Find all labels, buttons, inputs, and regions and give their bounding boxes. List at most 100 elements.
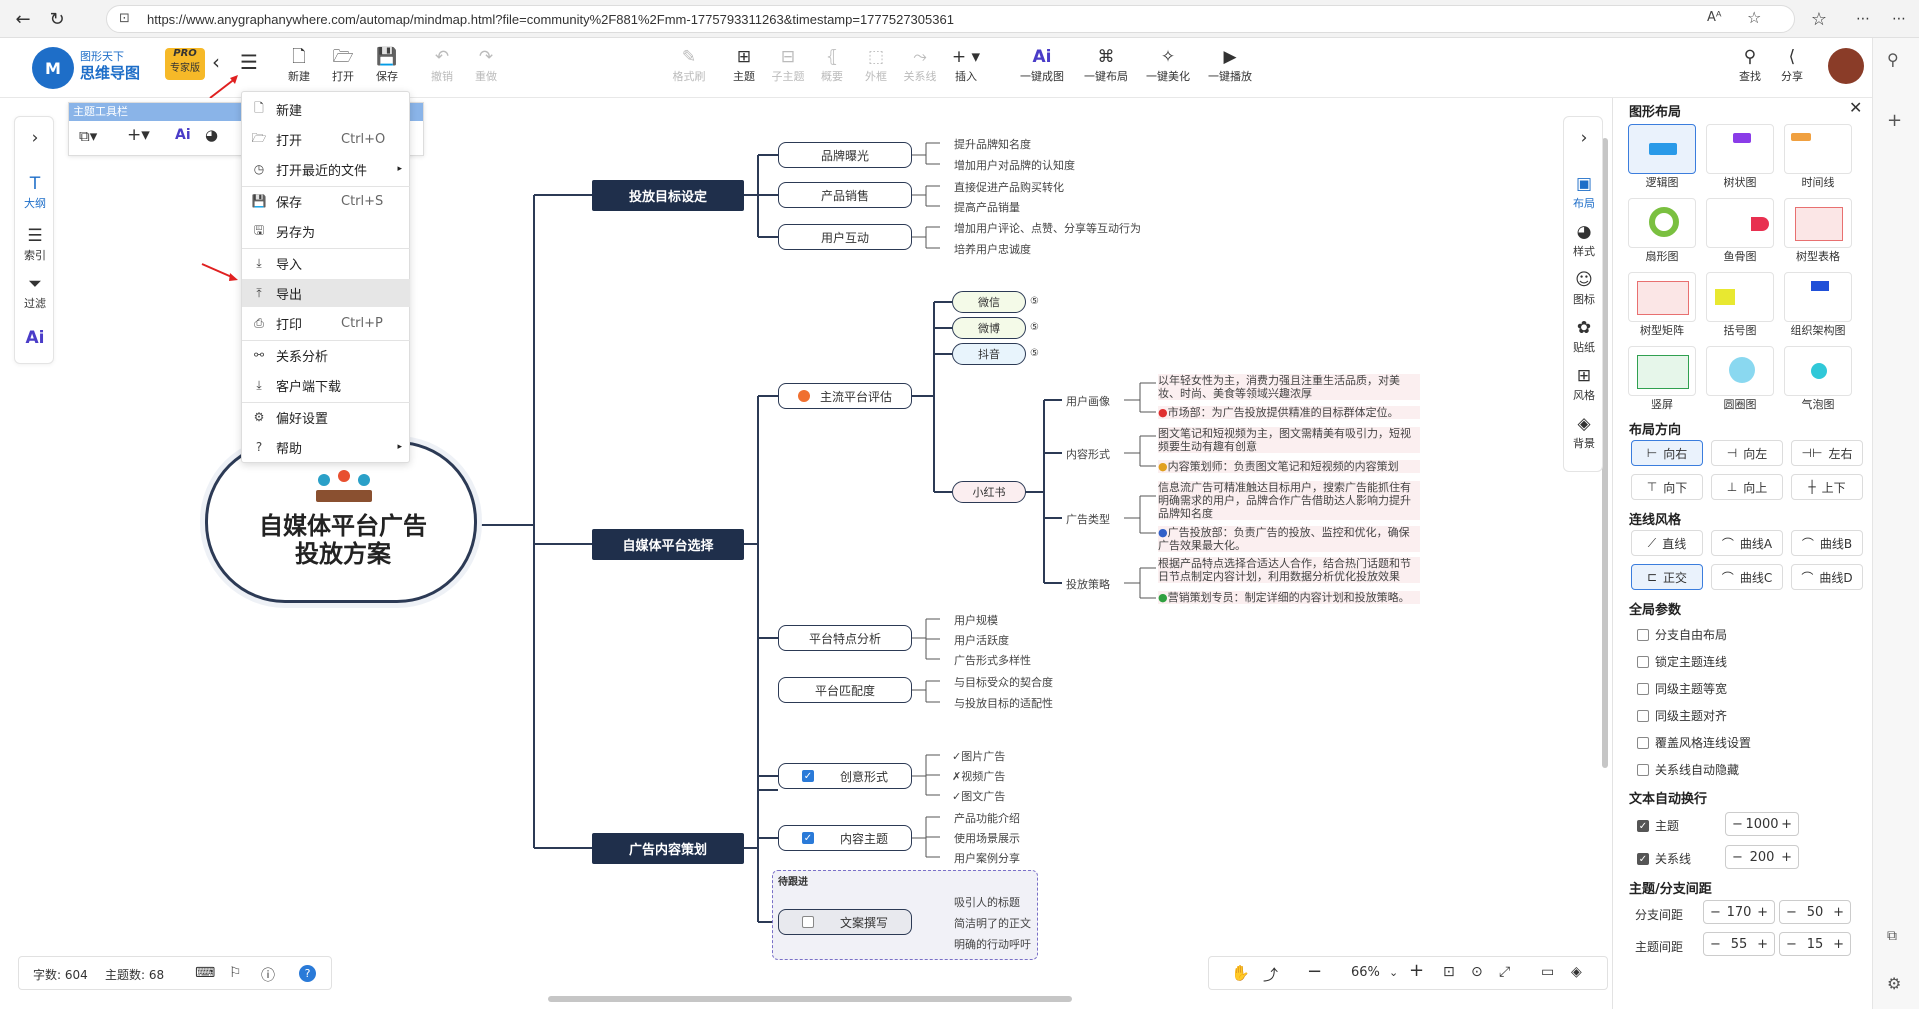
menu-item-save-as[interactable]: 🖫 另存为 [242,217,410,245]
redo-button[interactable]: ↷ 重做 [466,46,506,84]
layout-tree-matrix[interactable]: 树型矩阵 [1627,272,1697,338]
leaf[interactable]: 用户案例分享 [954,850,1020,866]
sidebar-item-filter[interactable]: ⏷ 过滤 [15,273,55,311]
line-curve-a[interactable]: ⌒ 曲线A [1711,530,1783,556]
help-icon[interactable]: ? [299,965,316,982]
layout-tree[interactable]: 树状图 [1705,124,1775,190]
subtopic-copywriting[interactable]: 文案撰写 [778,909,912,935]
layers-icon[interactable]: ◈ [1571,964,1582,980]
keyboard-icon[interactable]: ⌨ [195,965,215,981]
wrap-relation[interactable]: ✓ 关系线 [1637,850,1691,867]
split-screen-icon[interactable]: ⧉ [1887,928,1897,944]
option-auto-hide[interactable]: 关系线自动隐藏 [1637,761,1739,778]
pill-weibo[interactable]: 微博 [952,317,1026,339]
zoom-out-icon[interactable]: − [1307,961,1322,982]
role-note[interactable]: ●广告投放部：负责广告的投放、监控和优化，确保广告效果最大化。 [1158,526,1420,552]
direction-left[interactable]: ⊣ 向左 [1711,440,1783,466]
flag-icon[interactable]: ⚐ [229,965,242,981]
subtopic-button[interactable]: ⊟ 子主题 [768,46,808,84]
menu-item-open[interactable]: 🗁 打开 Ctrl+O [242,125,410,153]
topic-button[interactable]: ⊞ 主题 [724,46,764,84]
line-curve-c[interactable]: ⌒ 曲线C [1711,564,1783,590]
note[interactable]: 以年轻女性为主，消费力强且注重生活品质，对美妆、时尚、美食等领域兴趣浓厚 [1158,374,1420,400]
layout-org-chart[interactable]: 组织架构图 [1783,272,1853,338]
layout-fan[interactable]: 扇形图 [1627,198,1697,264]
add-icon[interactable]: +▾ [127,125,150,145]
summary-button[interactable]: ⦃ 概要 [812,46,852,84]
close-icon[interactable]: ✕ [1849,98,1862,117]
save-button[interactable]: 💾 保存 [367,46,407,84]
branch-content-planning[interactable]: 广告内容策划 [592,833,744,864]
nav-item-theme[interactable]: ⊞ 风格 [1564,365,1604,403]
topic-spacing-stepper-1[interactable]: −55 + [1703,932,1775,956]
xhs-content-form[interactable]: 内容形式 [1066,446,1110,462]
palette-icon[interactable]: ◕ [205,126,218,144]
menu-item-recent[interactable]: ◷ 打开最近的文件 ▸ [242,155,410,183]
menu-item-print[interactable]: ⎙ 打印 Ctrl+P [242,309,410,337]
ai-play-button[interactable]: ▶ 一键播放 [1208,46,1252,84]
layout-timeline[interactable]: 时间线 [1783,124,1853,190]
pill-douyin[interactable]: 抖音 [952,343,1026,365]
ai-icon[interactable]: Ai [175,127,191,143]
horizontal-scrollbar[interactable] [548,996,1072,1002]
branch-spacing-stepper-2[interactable]: −50 + [1779,900,1851,924]
subtopic-brand-exposure[interactable]: 品牌曝光 [778,142,912,168]
insert-button[interactable]: + ▾ 插入 [946,46,986,84]
leaf[interactable]: 提升品牌知名度 [954,136,1031,152]
leaf[interactable]: 提高产品销量 [954,199,1020,215]
search-icon[interactable]: ⚲ [1887,50,1899,69]
leaf[interactable]: 产品功能介绍 [954,810,1020,826]
topic-spacing-stepper-2[interactable]: −15 + [1779,932,1851,956]
layout-logic[interactable]: 逻辑图 [1627,124,1697,190]
option-align[interactable]: 同级主题对齐 [1637,707,1727,724]
share-button[interactable]: ⟨ 分享 [1772,46,1812,84]
checkbox-icon[interactable] [801,916,814,928]
nav-item-background[interactable]: ◈ 背景 [1564,413,1604,451]
line-straight[interactable]: ⟋ 直线 [1631,530,1703,556]
note[interactable]: 信息流广告可精准触达目标用户，搜索广告能抓住有明确需求的用户，品牌合作广告借助达… [1158,481,1420,520]
leaf[interactable]: 广告形式多样性 [954,652,1031,668]
leaf[interactable]: 与目标受众的契合度 [954,674,1053,690]
note[interactable]: 根据产品特点选择合适达人合作，结合热门话题和节日节点制定内容计划，利用数据分析优… [1158,557,1420,583]
leaf[interactable]: 使用场景展示 [954,830,1020,846]
ai-map-button[interactable]: Ai 一键成图 [1020,46,1064,84]
search-button[interactable]: ⚲ 查找 [1730,46,1770,84]
expand-icon[interactable]: › [15,127,55,149]
direction-updown[interactable]: ┼ 上下 [1791,474,1863,500]
undo-button[interactable]: ↶ 撤销 [422,46,462,84]
sidebar-item-ai[interactable]: Ai [15,327,55,349]
menu-item-relation-analysis[interactable]: ⚯ 关系分析 [242,341,410,369]
option-equal-width[interactable]: 同级主题等宽 [1637,680,1727,697]
expand-icon[interactable]: › [1564,127,1604,149]
leaf[interactable]: 增加用户评论、点赞、分享等互动行为 [954,220,1141,236]
favorite-star-icon[interactable]: ☆ [1747,8,1761,27]
branch-spacing-stepper-1[interactable]: −170 + [1703,900,1775,924]
map-icon[interactable]: ▭ [1541,964,1554,980]
settings-more-icon[interactable]: ⋯ [1850,6,1876,32]
subtopic-creative-form[interactable]: ✓ 创意形式 [778,763,912,789]
xhs-user-profile[interactable]: 用户画像 [1066,393,1110,409]
nav-item-layout[interactable]: ▣ 布局 [1564,173,1604,211]
ai-layout-button[interactable]: ⌘ 一键布局 [1084,46,1128,84]
leaf[interactable]: 增加用户对品牌的认知度 [954,157,1075,173]
menu-item-new[interactable]: 🗋 新建 [242,95,410,123]
direction-both[interactable]: ⊣⊢ 左右 [1791,440,1863,466]
reload-icon[interactable]: ↻ [44,6,70,32]
xhs-ad-type[interactable]: 广告类型 [1066,511,1110,527]
option-override-lines[interactable]: 覆盖风格连线设置 [1637,734,1751,751]
leaf[interactable]: 与投放目标的适配性 [954,695,1053,711]
role-note[interactable]: ●营销策划专员：制定详细的内容计划和投放策略。 [1158,591,1420,604]
leaf[interactable]: 培养用户忠诚度 [954,241,1031,257]
menu-item-save[interactable]: 💾 保存 Ctrl+S [242,187,410,215]
boundary-button[interactable]: ⬚ 外框 [856,46,896,84]
layout-circle[interactable]: 圆圈图 [1705,346,1775,412]
wrap-relation-stepper[interactable]: −200 + [1725,845,1799,869]
checkbox-icon[interactable]: ✓ [801,770,814,782]
new-button[interactable]: 🗋 新建 [279,46,319,84]
site-info-icon[interactable]: ⊡ [119,11,130,26]
collapse-chevron-icon[interactable]: ‹ [212,50,220,74]
option-lock-lines[interactable]: 锁定主题连线 [1637,653,1727,670]
leaf[interactable]: ✗视频广告 [952,768,1005,784]
leaf[interactable]: ✓图文广告 [952,788,1005,804]
ai-beautify-button[interactable]: ✧ 一键美化 [1146,46,1190,84]
